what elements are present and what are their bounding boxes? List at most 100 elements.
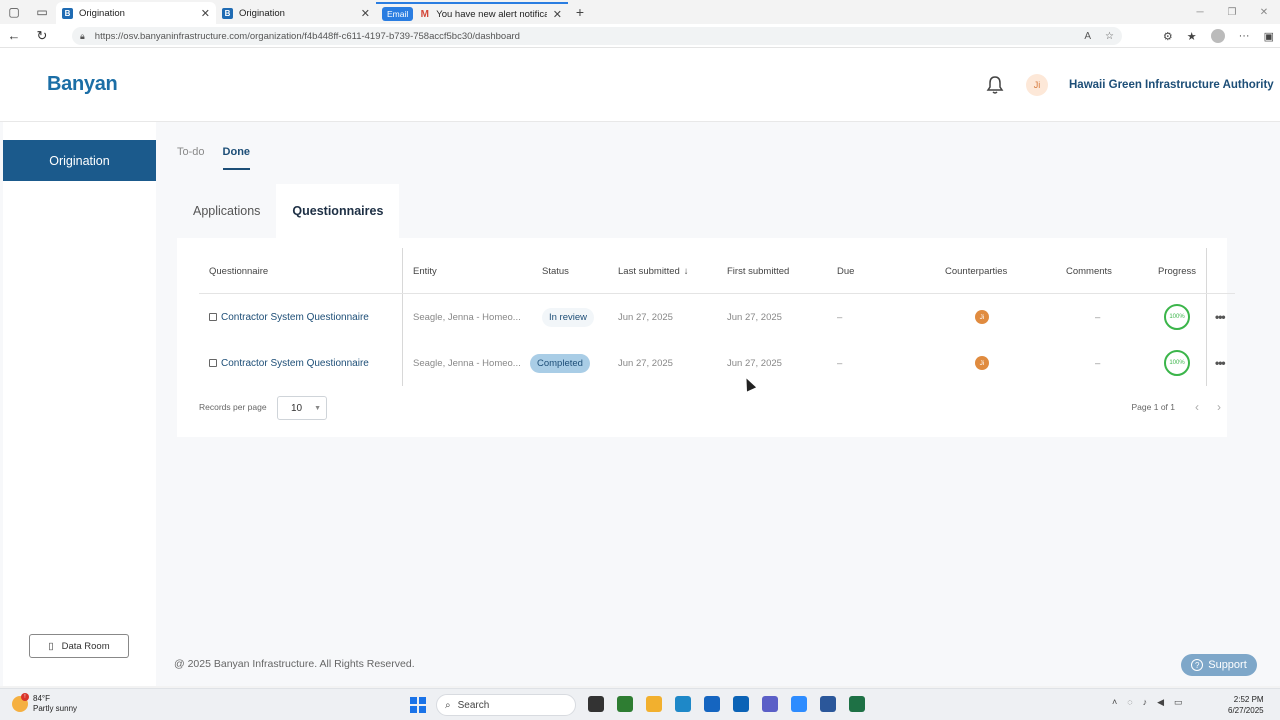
chevron-down-icon: ▼ [314, 405, 321, 412]
tab-done[interactable]: Done [222, 146, 251, 170]
back-icon[interactable]: ← [0, 28, 28, 43]
card-body: Questionnaire Entity Status Last submitt… [177, 238, 1235, 437]
close-tab-icon[interactable]: ✕ [553, 8, 562, 21]
minimize-icon[interactable]: ─ [1184, 0, 1216, 24]
next-page-icon[interactable]: › [1217, 400, 1221, 414]
zoom-app-icon[interactable] [791, 696, 807, 712]
sidebar-item-origination[interactable]: Origination [3, 140, 156, 181]
windows-taskbar: ! 84°F Partly sunny ⌕ Search ˄ ◌ ♪ ◀ ▭ 2… [0, 688, 1280, 720]
counterparty-avatar[interactable]: Ji [975, 356, 989, 370]
refresh-icon[interactable]: ↻ [28, 28, 56, 44]
workspaces-icon[interactable]: ▢ [0, 0, 28, 24]
search-icon: ⌕ [445, 699, 451, 711]
url-field[interactable]: 🔒︎ https://osv.banyaninfrastructure.com/… [72, 27, 1122, 45]
first-submitted-cell: Jun 27, 2025 [727, 357, 782, 369]
weather-sun-icon: ! [12, 693, 29, 712]
column-header-questionnaire[interactable]: Questionnaire [209, 248, 268, 294]
favorite-star-icon[interactable]: ☆ [1105, 31, 1114, 42]
file-explorer-icon[interactable] [646, 696, 662, 712]
excel-app-icon[interactable] [849, 696, 865, 712]
maximize-icon[interactable]: ❐ [1216, 0, 1248, 24]
notification-bell-icon[interactable] [986, 75, 1004, 95]
profile-icon[interactable] [1210, 29, 1225, 43]
close-window-icon[interactable]: ✕ [1248, 0, 1280, 24]
subtabs: To-do Done [177, 146, 251, 170]
weather-widget[interactable]: ! 84°F Partly sunny [12, 693, 77, 714]
browser-tab-origination-2[interactable]: B Origination ✕ [216, 2, 376, 24]
banyan-logo[interactable]: Banyan [47, 73, 118, 96]
tab-group-label[interactable]: Email [382, 7, 414, 21]
sidebar-toggle-icon[interactable]: ▣ [1264, 30, 1274, 43]
support-button[interactable]: ? Support [1181, 654, 1257, 676]
close-tab-icon[interactable]: ✕ [361, 7, 370, 20]
read-aloud-icon[interactable]: A [1084, 31, 1091, 42]
data-room-button[interactable]: ▯ Data Room [29, 634, 129, 658]
windows-start-icon[interactable] [410, 697, 426, 713]
new-tab-icon[interactable]: + [568, 4, 592, 20]
system-clock[interactable]: 2:52 PM 6/27/2025 [1228, 694, 1264, 716]
sort-down-icon[interactable]: ↓ [684, 266, 689, 277]
last-submitted-cell: Jun 27, 2025 [618, 357, 673, 369]
browser-tab-origination-1[interactable]: B Origination ✕ [56, 2, 216, 24]
network-icon[interactable]: ◌ [1127, 697, 1132, 708]
extensions-icon[interactable]: ⚙ [1163, 30, 1173, 43]
pagination: Records per page 10 ▼ Page 1 of 1 ‹ › [199, 396, 1229, 420]
table-row[interactable]: Contractor System Questionnaire Seagle, … [199, 294, 1235, 340]
task-view-icon[interactable] [588, 696, 604, 712]
table-row[interactable]: Contractor System Questionnaire Seagle, … [199, 340, 1235, 386]
clock-date: 6/27/2025 [1228, 706, 1264, 715]
column-header-entity[interactable]: Entity [413, 248, 437, 294]
close-tab-icon[interactable]: ✕ [201, 7, 210, 20]
store-app-icon[interactable] [704, 696, 720, 712]
column-header-last-submitted[interactable]: Last submitted ↓ [618, 248, 689, 294]
card-tabs: Applications Questionnaires [177, 184, 400, 238]
column-header-progress[interactable]: Progress [1158, 248, 1196, 294]
more-options-icon[interactable]: ••• [1215, 356, 1226, 370]
questionnaire-link[interactable]: Contractor System Questionnaire [209, 294, 369, 340]
tab-applications[interactable]: Applications [177, 184, 276, 238]
organization-name[interactable]: Hawaii Green Infrastructure Authority [1069, 79, 1274, 91]
microphone-icon[interactable]: ♪ [1143, 697, 1148, 708]
progress-ring: 100% [1164, 304, 1190, 330]
main-content: To-do Done Applications Questionnaires Q… [156, 122, 1280, 686]
column-header-due[interactable]: Due [837, 248, 854, 294]
counterparty-avatar[interactable]: Ji [975, 310, 989, 324]
teams-app-icon[interactable] [762, 696, 778, 712]
app-root: Banyan Ji Hawaii Green Infrastructure Au… [0, 48, 1280, 686]
row-menu[interactable]: ••• [1215, 340, 1226, 386]
document-icon [209, 313, 217, 321]
document-icon [209, 359, 217, 367]
data-room-label: Data Room [61, 640, 110, 652]
more-options-icon[interactable]: ••• [1215, 310, 1226, 324]
edge-browser-icon[interactable] [675, 696, 691, 712]
address-bar-row: ← ↻ 🔒︎ https://osv.banyaninfrastructure.… [0, 24, 1280, 48]
entity-cell: Seagle, Jenna - Homeo... [413, 311, 521, 323]
favorites-icon[interactable]: ★ [1187, 30, 1197, 43]
sidebar-item-label: Origination [49, 153, 110, 168]
volume-icon[interactable]: ◀ [1157, 697, 1164, 708]
widgets-app-icon[interactable] [617, 696, 633, 712]
outlook-app-icon[interactable] [733, 696, 749, 712]
tab-questionnaires[interactable]: Questionnaires [276, 184, 400, 238]
chevron-up-icon[interactable]: ˄ [1112, 697, 1117, 708]
more-menu-icon[interactable]: ··· [1239, 30, 1250, 42]
records-per-page-select[interactable]: 10 ▼ [277, 396, 327, 420]
column-header-first-submitted[interactable]: First submitted [727, 248, 789, 294]
tab-todo[interactable]: To-do [177, 146, 205, 170]
clock-time: 2:52 PM [1233, 695, 1264, 704]
tab-actions-icon[interactable]: ▭ [28, 0, 56, 24]
column-header-comments[interactable]: Comments [1066, 248, 1112, 294]
column-header-counterparties[interactable]: Counterparties [945, 248, 1007, 294]
row-menu[interactable]: ••• [1215, 294, 1226, 340]
browser-tab-email[interactable]: Email M You have new alert notifications… [376, 2, 568, 24]
counterparties-cell: Ji [975, 340, 989, 386]
sidebar: Origination ▯ Data Room [3, 122, 156, 686]
previous-page-icon[interactable]: ‹ [1195, 400, 1199, 414]
user-avatar[interactable]: Ji [1026, 74, 1048, 96]
window-controls: ─ ❐ ✕ [1184, 0, 1280, 24]
word-app-icon[interactable] [820, 696, 836, 712]
questionnaire-link[interactable]: Contractor System Questionnaire [209, 340, 369, 386]
column-header-status[interactable]: Status [542, 248, 569, 294]
battery-icon[interactable]: ▭ [1174, 697, 1183, 708]
taskbar-search[interactable]: ⌕ Search [436, 694, 576, 716]
